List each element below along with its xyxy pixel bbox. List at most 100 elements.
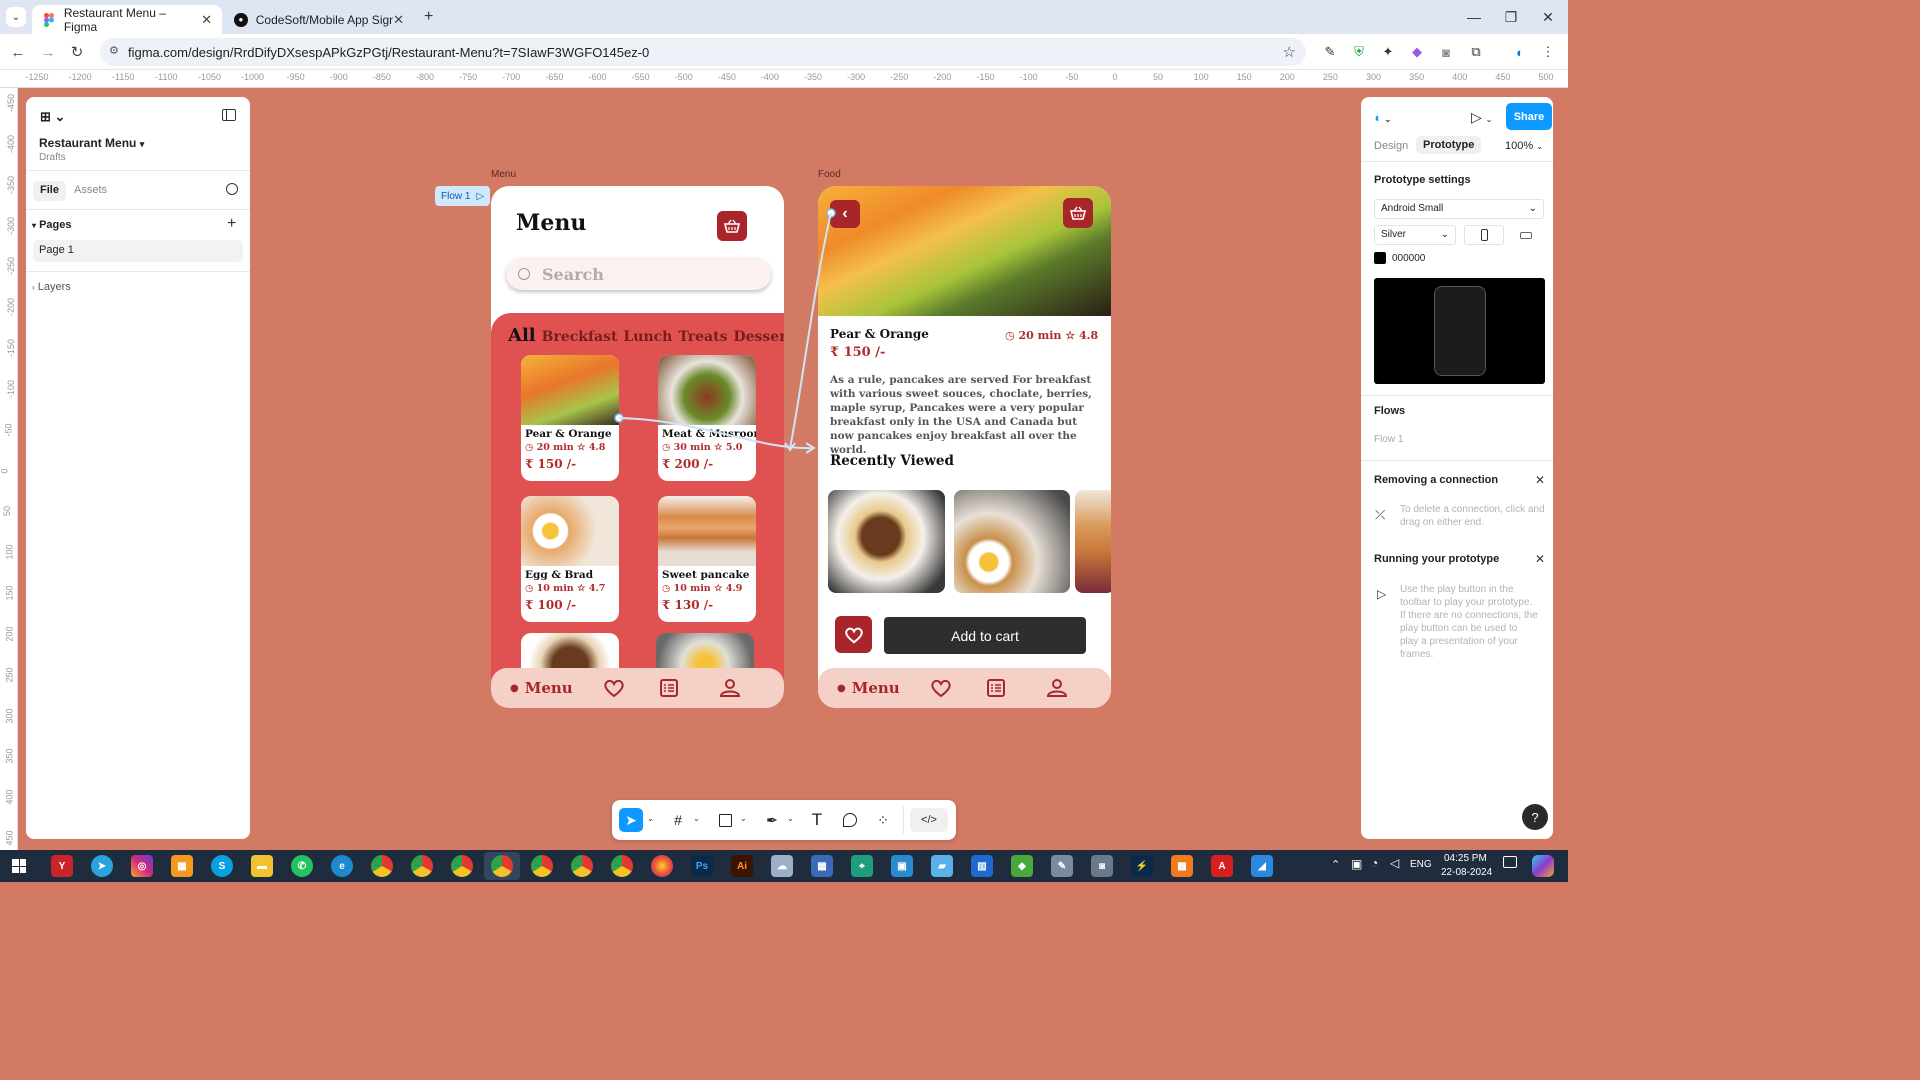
recent-item[interactable] [828,490,945,593]
nav-menu[interactable]: ● Menu [837,679,900,697]
tab-design[interactable]: Design [1374,140,1408,152]
kebab-menu-icon[interactable]: ⋮ [1538,42,1558,62]
page-item-page-1[interactable]: Page 1 [33,240,243,262]
tab-restaurant-menu-figma[interactable]: Restaurant Menu – Figma ✕ [32,5,222,34]
puzzle-extensions-icon[interactable]: ⧉ [1466,42,1486,62]
clock-time[interactable]: 04:25 PM [1444,853,1487,864]
translate-extension-icon[interactable]: ✦ [1378,42,1398,62]
camera-icon[interactable]: ◙ [1091,855,1113,877]
move-tool[interactable]: ➤ [619,808,643,832]
tab-search-button[interactable]: ⌄ [6,7,26,27]
chrome-icon[interactable] [451,855,473,877]
food-card-partial[interactable] [521,633,619,673]
nav-orders[interactable] [659,678,679,698]
recent-item[interactable] [1075,490,1111,593]
tab-assets[interactable]: Assets [74,184,107,196]
flow-item[interactable]: Flow 1 [1374,434,1403,445]
telegram-icon[interactable]: ➤ [91,855,113,877]
app-icon[interactable]: ✎ [1051,855,1073,877]
zoom-dropdown[interactable]: 100% ⌄ [1505,140,1543,152]
cart-button[interactable] [1063,198,1093,228]
minimize-button[interactable]: — [1456,6,1492,28]
chrome-icon[interactable] [371,855,393,877]
maps-icon[interactable]: ⌖ [851,855,873,877]
recent-item[interactable] [954,490,1070,593]
skype-icon[interactable]: S [211,855,233,877]
gradient-extension-icon[interactable]: ◆ [1407,42,1427,62]
copilot-icon[interactable] [1532,855,1554,877]
search-icon[interactable] [226,183,238,195]
forward-button[interactable]: → [37,41,59,63]
bookmark-star-icon[interactable]: ☆ [1283,43,1296,61]
food-frame[interactable]: ‹ Pear & Orange ◷ 20 min ☆ 4.8 ₹ 150 /- … [818,186,1111,708]
toggle-sidebar-icon[interactable] [222,109,236,121]
nav-favorites[interactable] [930,678,952,698]
chrome-icon[interactable] [571,855,593,877]
tab-codesoft-github[interactable]: ● CodeSoft/Mobile App Signup.jp ✕ [224,5,414,34]
layers-header[interactable]: › Layers [32,281,71,293]
folder-icon[interactable]: ▬ [251,855,273,877]
search-bar[interactable]: Search [506,258,771,290]
app-icon[interactable]: Y [51,855,73,877]
app-icon[interactable]: ▩ [1171,855,1193,877]
chevron-down-icon[interactable]: ⌄ [647,814,654,823]
pen-tool[interactable]: ✒ [760,808,784,832]
chrome-icon[interactable] [411,855,433,877]
chrome-icon[interactable] [611,855,633,877]
category-treats[interactable]: Treats [678,329,727,345]
app-icon[interactable]: ▰ [931,855,953,877]
rectangle-tool[interactable] [713,808,737,832]
illustrator-icon[interactable]: Ai [731,855,753,877]
chevron-down-icon[interactable]: ⌄ [740,814,747,823]
food-frame-label[interactable]: Food [818,169,841,180]
food-card-pear-orange[interactable]: Pear & Orange ◷ 20 min ☆ 4.8 ₹ 150 /- [521,355,619,481]
add-page-button[interactable]: + [227,215,236,233]
nav-favorites[interactable] [603,678,625,698]
comment-tool[interactable] [838,808,862,832]
model-color-select[interactable]: Silver ⌄ [1374,225,1456,245]
multiplayer-avatar[interactable]: ◖ ⌄ [1373,110,1391,125]
back-button[interactable]: ← [7,41,29,63]
tab-prototype[interactable]: Prototype [1416,136,1482,154]
app-icon[interactable]: ◢ [1251,855,1273,877]
category-all[interactable]: All [508,325,536,346]
new-tab-button[interactable]: + [424,8,433,26]
file-name[interactable]: Restaurant Menu ▾ [39,136,144,150]
app-icon[interactable]: ▥ [971,855,993,877]
back-button[interactable]: ‹ [830,200,860,228]
category-breakfast[interactable]: Breckfast [542,329,618,345]
volume-icon[interactable]: ◁ [1390,856,1399,870]
present-button[interactable]: ▷ ⌄ [1471,109,1492,126]
app-icon[interactable]: ◆ [1011,855,1033,877]
photoshop-icon[interactable]: Ps [691,855,713,877]
close-icon[interactable]: ✕ [1535,473,1545,487]
close-icon[interactable]: ✕ [1535,552,1545,566]
nav-orders[interactable] [986,678,1006,698]
background-color-field[interactable]: 000000 [1374,252,1425,264]
tab-file[interactable]: File [33,181,66,201]
dev-mode-toggle[interactable]: </> [910,808,948,832]
app-icon[interactable]: ▣ [891,855,913,877]
reload-button[interactable]: ↻ [66,41,88,63]
favorite-button[interactable] [835,616,872,653]
address-bar[interactable]: ⚙ figma.com/design/RrdDifyDXsespAPkGzPGt… [100,38,1306,66]
calculator-icon[interactable]: ▦ [811,855,833,877]
maximize-button[interactable]: ❐ [1493,6,1529,28]
play-flow-icon[interactable]: ▷ [476,191,484,202]
help-button[interactable]: ? [1522,804,1548,830]
windows-start-icon[interactable] [12,859,26,873]
shield-extension-icon[interactable]: ⛨ [1349,42,1369,62]
app-icon[interactable]: ⚡ [1131,855,1153,877]
chrome-icon[interactable] [491,855,513,877]
eyedropper-extension-icon[interactable]: ✎ [1320,42,1340,62]
category-dessert[interactable]: Dessert [733,329,784,345]
nav-profile[interactable] [719,678,741,698]
firefox-icon[interactable] [651,855,673,877]
menu-frame-label[interactable]: Menu [491,169,516,180]
add-to-cart-button[interactable]: Add to cart [884,617,1086,654]
window-close-button[interactable]: ✕ [1530,6,1566,28]
share-button[interactable]: Share [1506,103,1552,130]
chevron-up-icon[interactable]: ⌃ [1331,858,1340,871]
food-card-meat-mushroom[interactable]: Meat & Musroom ◷ 30 min ☆ 5.0 ₹ 200 /- [658,355,756,481]
acrobat-icon[interactable]: A [1211,855,1233,877]
